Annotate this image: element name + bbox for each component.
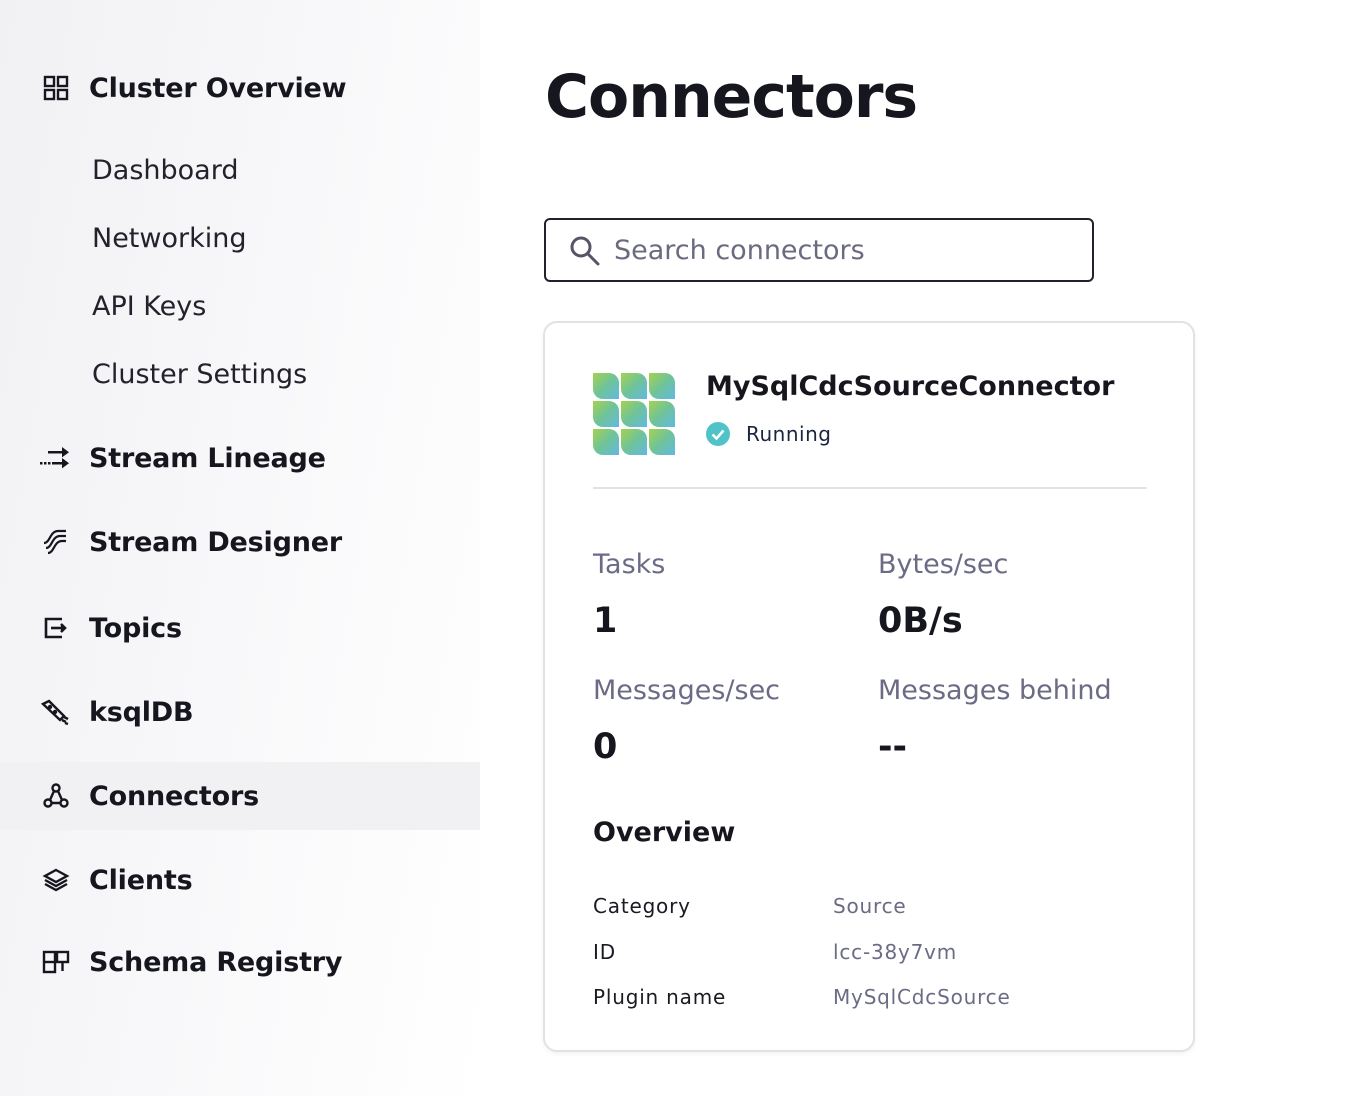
plugin-name-value: MySqlCdcSource bbox=[833, 985, 1011, 1009]
connector-card[interactable]: MySqlCdcSourceConnector Running Tasks 1 … bbox=[543, 321, 1195, 1052]
sidebar-item-connectors[interactable]: Connectors bbox=[0, 762, 480, 830]
messages-behind-label: Messages behind bbox=[878, 675, 1112, 706]
sidebar-item-label: ksqlDB bbox=[89, 696, 194, 728]
topics-icon bbox=[40, 612, 72, 644]
connector-logo bbox=[593, 373, 675, 455]
plugin-name-label: Plugin name bbox=[593, 985, 727, 1009]
sidebar-item-networking[interactable]: Networking bbox=[92, 223, 247, 254]
clients-icon bbox=[40, 864, 72, 896]
sidebar-item-api-keys[interactable]: API Keys bbox=[92, 291, 206, 322]
sidebar-item-schema-registry[interactable]: Schema Registry bbox=[0, 928, 480, 996]
messages-sec-label: Messages/sec bbox=[593, 675, 781, 706]
messages-sec-value: 0 bbox=[593, 727, 618, 767]
status-text: Running bbox=[746, 422, 832, 446]
sidebar-item-label: Schema Registry bbox=[89, 946, 343, 978]
sidebar-item-stream-designer[interactable]: Stream Designer bbox=[0, 508, 480, 576]
tasks-value: 1 bbox=[593, 601, 618, 641]
sidebar-item-label: Topics bbox=[89, 612, 182, 644]
page-title: Connectors bbox=[545, 62, 918, 132]
schema-registry-icon bbox=[40, 946, 72, 978]
grid-icon bbox=[40, 72, 72, 104]
sidebar-item-label: Connectors bbox=[89, 780, 259, 812]
sidebar-item-cluster-overview[interactable]: Cluster Overview bbox=[0, 54, 480, 122]
search-box[interactable] bbox=[544, 218, 1094, 282]
stream-designer-icon bbox=[40, 526, 72, 558]
sidebar: Cluster Overview Dashboard Networking AP… bbox=[0, 0, 480, 1096]
stream-lineage-icon bbox=[40, 442, 72, 474]
sidebar-item-label: Clients bbox=[89, 864, 193, 896]
id-label: ID bbox=[593, 940, 616, 964]
sidebar-item-clients[interactable]: Clients bbox=[0, 846, 480, 914]
ksqldb-icon bbox=[40, 696, 72, 728]
sidebar-item-cluster-settings[interactable]: Cluster Settings bbox=[92, 359, 307, 390]
sidebar-item-label: Cluster Overview bbox=[89, 72, 347, 104]
status-badge: Running bbox=[706, 422, 831, 446]
sidebar-item-ksqldb[interactable]: ksqlDB bbox=[0, 678, 480, 746]
sidebar-item-topics[interactable]: Topics bbox=[0, 594, 480, 662]
sidebar-item-label: Stream Designer bbox=[89, 526, 342, 558]
search-input[interactable] bbox=[614, 234, 1074, 266]
id-value: lcc-38y7vm bbox=[833, 940, 958, 964]
bytes-sec-value: 0B/s bbox=[878, 601, 963, 641]
tasks-label: Tasks bbox=[593, 549, 666, 580]
sidebar-item-stream-lineage[interactable]: Stream Lineage bbox=[0, 424, 480, 492]
sidebar-item-dashboard[interactable]: Dashboard bbox=[92, 155, 238, 186]
overview-heading: Overview bbox=[593, 817, 736, 848]
bytes-sec-label: Bytes/sec bbox=[878, 549, 1009, 580]
connectors-icon bbox=[40, 780, 72, 812]
category-value: Source bbox=[833, 894, 907, 918]
connector-name[interactable]: MySqlCdcSourceConnector bbox=[706, 371, 1114, 402]
search-icon bbox=[568, 234, 602, 272]
sidebar-item-label: Stream Lineage bbox=[89, 442, 326, 474]
messages-behind-value: -- bbox=[878, 727, 908, 767]
divider bbox=[593, 487, 1147, 489]
check-circle-icon bbox=[706, 422, 730, 446]
category-label: Category bbox=[593, 894, 691, 918]
